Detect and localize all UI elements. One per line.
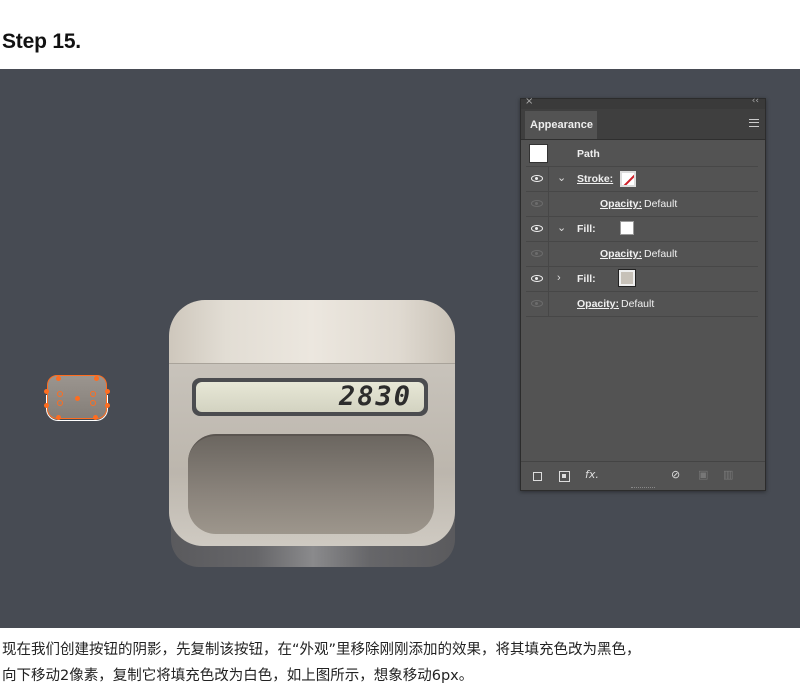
button-screen bbox=[188, 434, 434, 534]
duplicate-item-icon[interactable]: ▣ bbox=[698, 468, 708, 481]
clear-appearance-icon[interactable]: ⊘ bbox=[671, 468, 680, 481]
appearance-panel: × ‹‹ Appearance Path ⌄ Stroke: Opacity: … bbox=[520, 96, 766, 491]
anchor-point[interactable] bbox=[94, 376, 99, 381]
caption-line-1: 现在我们创建按钮的阴影，先复制该按钮，在“外观”里移除刚刚添加的效果，将其填充色… bbox=[2, 642, 641, 658]
anchor-point[interactable] bbox=[105, 403, 110, 408]
lcd-display-inner: 2830 bbox=[196, 382, 424, 412]
fill-gray-swatch[interactable] bbox=[618, 269, 636, 287]
anchor-point[interactable] bbox=[105, 389, 110, 394]
panel-tab-bar: Appearance bbox=[521, 109, 765, 140]
opacity-label[interactable]: Opacity: bbox=[577, 298, 619, 310]
path-thumbnail bbox=[529, 144, 548, 163]
fill1-opacity-row[interactable]: Opacity: Default bbox=[526, 242, 758, 267]
fill-row-2[interactable]: › Fill: bbox=[526, 267, 758, 292]
caption-text: 现在我们创建按钮的阴影，先复制该按钮，在“外观”里移除刚刚添加的效果，将其填充色… bbox=[2, 637, 798, 689]
add-new-fill-icon[interactable] bbox=[559, 471, 570, 482]
opacity-value: Default bbox=[621, 298, 655, 310]
chevron-down-icon[interactable]: ⌄ bbox=[557, 171, 566, 184]
lcd-value: 2830 bbox=[338, 381, 412, 412]
center-point[interactable] bbox=[75, 396, 80, 401]
eye-icon[interactable] bbox=[531, 225, 543, 232]
appearance-rows: Path ⌄ Stroke: Opacity: Default ⌄ Fill: bbox=[526, 141, 758, 317]
chevron-down-icon[interactable]: ⌄ bbox=[557, 221, 566, 234]
path-label: Path bbox=[577, 148, 600, 160]
anchor-point[interactable] bbox=[57, 391, 63, 397]
step-heading: Step 15. bbox=[2, 30, 81, 53]
tab-appearance[interactable]: Appearance bbox=[525, 111, 597, 139]
opacity-label[interactable]: Opacity: bbox=[600, 198, 642, 210]
fill-label: Fill: bbox=[577, 273, 596, 285]
collapse-icon[interactable]: ‹‹ bbox=[752, 96, 759, 106]
opacity-value: Default bbox=[644, 198, 678, 210]
eye-icon[interactable] bbox=[531, 300, 543, 307]
stroke-opacity-row[interactable]: Opacity: Default bbox=[526, 192, 758, 217]
panel-title-bar[interactable]: × ‹‹ bbox=[521, 96, 765, 109]
eye-icon[interactable] bbox=[531, 175, 543, 182]
anchor-point[interactable] bbox=[90, 391, 96, 397]
fx-icon[interactable]: fx. bbox=[585, 468, 599, 481]
anchor-point[interactable] bbox=[56, 415, 61, 420]
anchor-point[interactable] bbox=[56, 376, 61, 381]
eye-icon[interactable] bbox=[531, 250, 543, 257]
stroke-row[interactable]: ⌄ Stroke: bbox=[526, 167, 758, 192]
eye-icon[interactable] bbox=[531, 275, 543, 282]
eye-icon[interactable] bbox=[531, 200, 543, 207]
anchor-point[interactable] bbox=[57, 400, 63, 406]
opacity-row[interactable]: Opacity: Default bbox=[526, 292, 758, 317]
fill-label: Fill: bbox=[577, 223, 596, 235]
anchor-point[interactable] bbox=[44, 403, 49, 408]
lcd-display: 2830 bbox=[192, 378, 428, 416]
anchor-point[interactable] bbox=[90, 400, 96, 406]
add-new-stroke-icon[interactable] bbox=[533, 472, 542, 481]
opacity-label[interactable]: Opacity: bbox=[600, 248, 642, 260]
close-icon[interactable]: × bbox=[525, 96, 533, 107]
resize-grip[interactable] bbox=[631, 487, 655, 491]
path-row[interactable]: Path bbox=[526, 141, 758, 167]
fill-white-swatch[interactable] bbox=[620, 221, 634, 235]
panel-toolbar: fx. ⊘ ▣ ▥ bbox=[521, 461, 765, 490]
opacity-value: Default bbox=[644, 248, 678, 260]
caption-line-2: 向下移动2像素，复制它将填充色改为白色，如上图所示，想象移动6px。 bbox=[2, 668, 474, 684]
panel-menu-icon[interactable] bbox=[749, 119, 759, 127]
fill-row-1[interactable]: ⌄ Fill: bbox=[526, 217, 758, 242]
stroke-label[interactable]: Stroke: bbox=[577, 173, 613, 185]
anchor-point[interactable] bbox=[93, 415, 98, 420]
chevron-right-icon[interactable]: › bbox=[557, 272, 561, 284]
stroke-none-swatch[interactable] bbox=[620, 171, 636, 187]
trash-icon[interactable]: ▥ bbox=[723, 468, 733, 481]
anchor-point[interactable] bbox=[44, 389, 49, 394]
artboard-canvas[interactable]: 2830 × ‹‹ Appearance Path ⌄ Stroke: Opac… bbox=[0, 69, 800, 628]
